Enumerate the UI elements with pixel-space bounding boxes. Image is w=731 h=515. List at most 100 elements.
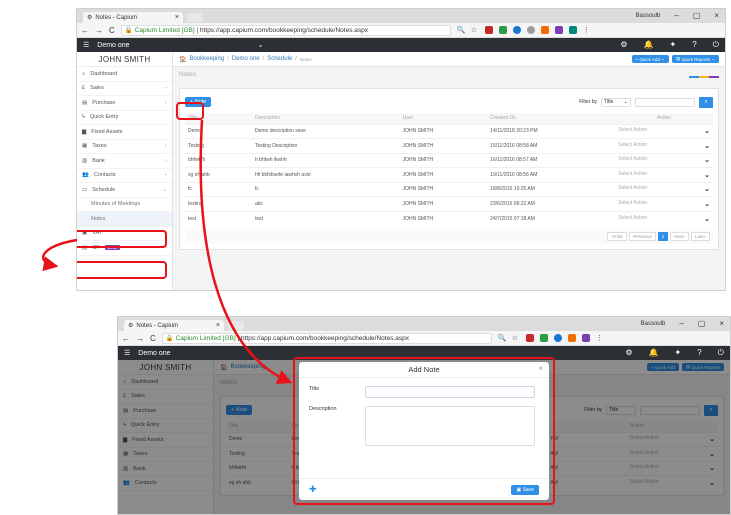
row-action-select[interactable]: Select Action ⌄ <box>615 181 713 197</box>
ext-green-icon[interactable] <box>539 334 548 342</box>
ext-green-icon[interactable] <box>498 26 507 34</box>
menu-icon[interactable]: ⋮ <box>596 334 604 342</box>
search-input[interactable] <box>635 97 695 107</box>
browser-tab[interactable]: ⚙ Notes - Capium × <box>124 320 224 331</box>
sidebar-item-quick-entry[interactable]: ϟ Quick Entry <box>77 111 172 125</box>
extension-bar: 🔍 ☆ ⋮ <box>457 26 591 34</box>
bell-icon[interactable]: 🔔 <box>644 40 654 50</box>
sidebar-item-sales[interactable]: £ Sales › <box>77 82 172 96</box>
company-name[interactable]: Demo one <box>138 350 170 357</box>
col-description[interactable]: Description <box>252 113 400 124</box>
sidebar-item-purchase[interactable]: ▤ Purchase › <box>77 96 172 111</box>
bell-icon[interactable]: 🔔 <box>649 348 659 358</box>
breadcrumb-schedule[interactable]: Schedule <box>267 56 292 62</box>
app-topbar: ☰ Demo one ⌄ ⚙ 🔔 ✦ ? ⏻ <box>77 38 725 52</box>
star-icon[interactable]: ☆ <box>512 334 520 342</box>
pager-first[interactable]: «First <box>607 231 627 241</box>
back-icon[interactable]: ← <box>122 334 130 343</box>
window-user: Bassoulb <box>640 320 666 327</box>
ext-blue-icon[interactable] <box>512 26 521 34</box>
tab-title: Notes - Capium <box>136 322 179 329</box>
browser-tab[interactable]: ⚙ Notes - Capium × <box>83 12 183 23</box>
power-icon[interactable]: ⏻ <box>718 348 724 358</box>
ext-orange-icon[interactable] <box>540 26 549 34</box>
minimize-icon[interactable]: – <box>674 11 678 20</box>
col-created[interactable]: Created On <box>487 113 616 124</box>
address-bar[interactable]: 🔒 Capium Limited [GB] | https://app.capi… <box>161 332 492 344</box>
search-button[interactable]: ⌕ <box>699 96 713 108</box>
help-icon[interactable]: ? <box>697 348 701 358</box>
plugin-icon[interactable]: ✦ <box>670 40 677 50</box>
row-action-select[interactable]: Select Action ⌄ <box>615 167 713 182</box>
new-tab-button[interactable] <box>228 321 244 330</box>
back-icon[interactable]: ← <box>81 26 89 35</box>
close-tab-icon[interactable]: × <box>216 322 220 329</box>
table-row[interactable]: fc fc JOHN SMITH 18/8/2016 10:25 AM Select A… <box>185 181 713 197</box>
sidebar-item-notes[interactable]: Notes <box>77 212 172 227</box>
new-tab-button[interactable] <box>187 13 203 22</box>
zoom-icon[interactable]: 🔍 <box>457 26 466 34</box>
star-icon[interactable]: ☆ <box>471 26 479 34</box>
hamburger-icon[interactable]: ☰ <box>124 349 130 357</box>
chevron-down-icon: ⌄ <box>704 142 710 150</box>
pager-next[interactable]: Next› <box>670 231 689 241</box>
forward-icon[interactable]: → <box>95 26 103 35</box>
settings-icon[interactable]: ⚙ <box>625 348 632 358</box>
forward-icon[interactable]: → <box>136 334 144 343</box>
ext-red-icon[interactable] <box>525 334 534 342</box>
sidebar-item-bank[interactable]: ▥ Bank › <box>77 154 172 169</box>
ext-purple-icon[interactable] <box>581 334 590 342</box>
menu-icon[interactable]: ⋮ <box>583 26 591 34</box>
close-tab-icon[interactable]: × <box>175 14 179 21</box>
sidebar-item-minutes-of-meetings[interactable]: Minutes of Meetings <box>77 198 172 212</box>
chevron-down-icon: ⌄ <box>704 186 710 194</box>
table-row[interactable]: TestingTesting DescriptionJOHN SMITH15/1… <box>185 138 713 153</box>
row-action-select[interactable]: Select Action ⌄ <box>615 123 713 139</box>
row-action-select[interactable]: Select Action ⌄ <box>615 138 713 153</box>
table-row[interactable]: DemoDemo description saveJOHN SMITH14/11… <box>185 123 713 139</box>
sidebar-item-contacts[interactable]: 👥 Contacts › <box>77 169 172 183</box>
col-user[interactable]: User <box>399 113 488 124</box>
breadcrumb-bookkeeping[interactable]: Bookkeeping <box>189 56 224 62</box>
quick-add-button[interactable]: + Quick Add ⌄ <box>631 55 669 63</box>
help-icon[interactable]: ? <box>692 40 696 50</box>
row-action-select[interactable]: Select Action ⌄ <box>615 152 713 168</box>
maximize-icon[interactable]: ▢ <box>693 11 701 20</box>
close-icon[interactable]: × <box>719 319 724 328</box>
ext-blue-icon[interactable] <box>553 334 562 342</box>
quick-reports-button[interactable]: ▤ Quick Reports ⌄ <box>671 55 719 63</box>
row-action-select[interactable]: Select Action ⌄ <box>615 210 713 226</box>
hamburger-icon[interactable]: ☰ <box>83 41 89 49</box>
reload-icon[interactable]: C <box>109 26 115 35</box>
maximize-icon[interactable]: ▢ <box>698 319 706 328</box>
address-bar[interactable]: 🔒 Capium Limited [GB] | https://app.capi… <box>120 24 451 36</box>
sidebar-item-schedule[interactable]: ▭ Schedule ⌄ <box>77 183 172 198</box>
ext-purple-icon[interactable] <box>554 26 563 34</box>
close-icon[interactable]: × <box>714 11 719 20</box>
table-row[interactable]: testing abc JOHN SMITH 23/6/2016 08:22 AM Se… <box>185 196 713 211</box>
minimize-icon[interactable]: – <box>679 319 683 328</box>
row-action-select[interactable]: Select Action ⌄ <box>615 196 713 211</box>
ext-teal-icon[interactable] <box>568 26 577 34</box>
plugin-icon[interactable]: ✦ <box>675 348 682 358</box>
sidebar-item-fixed-assets[interactable]: ▆ Fixed Assets <box>77 125 172 140</box>
ext-orange-icon[interactable] <box>567 334 576 342</box>
pager-previous[interactable]: ‹Previous <box>628 231 656 241</box>
breadcrumb-company[interactable]: Demo one <box>232 56 260 62</box>
table-row[interactable]: test test JOHN SMITH 24/7/2015 07:18 AM Sele… <box>185 210 713 226</box>
pager-last[interactable]: Last» <box>690 231 710 241</box>
reload-icon[interactable]: C <box>150 334 156 343</box>
sidebar-item-dashboard[interactable]: ⌂ Dashboard <box>77 67 172 82</box>
zoom-icon[interactable]: 🔍 <box>498 334 507 342</box>
sidebar-item-taxes[interactable]: ▦ Taxes › <box>77 140 172 154</box>
chevron-down-icon[interactable]: ⌄ <box>258 41 264 49</box>
pager-page-1[interactable]: 1 <box>657 231 669 241</box>
table-row[interactable]: bhfwkfhh bhfwh lkwhhJOHN SMITH16/11/2016… <box>185 152 713 168</box>
power-icon[interactable]: ⏻ <box>713 40 719 50</box>
table-row[interactable]: xg eh ahbhfi bkfsbsefe iawhvh avioJOHN S… <box>185 167 713 182</box>
ext-gray-icon[interactable] <box>526 26 535 34</box>
ext-red-icon[interactable] <box>484 26 493 34</box>
filter-select[interactable]: Title ⌄ <box>601 97 631 107</box>
settings-icon[interactable]: ⚙ <box>620 40 627 50</box>
company-name[interactable]: Demo one <box>97 42 129 49</box>
